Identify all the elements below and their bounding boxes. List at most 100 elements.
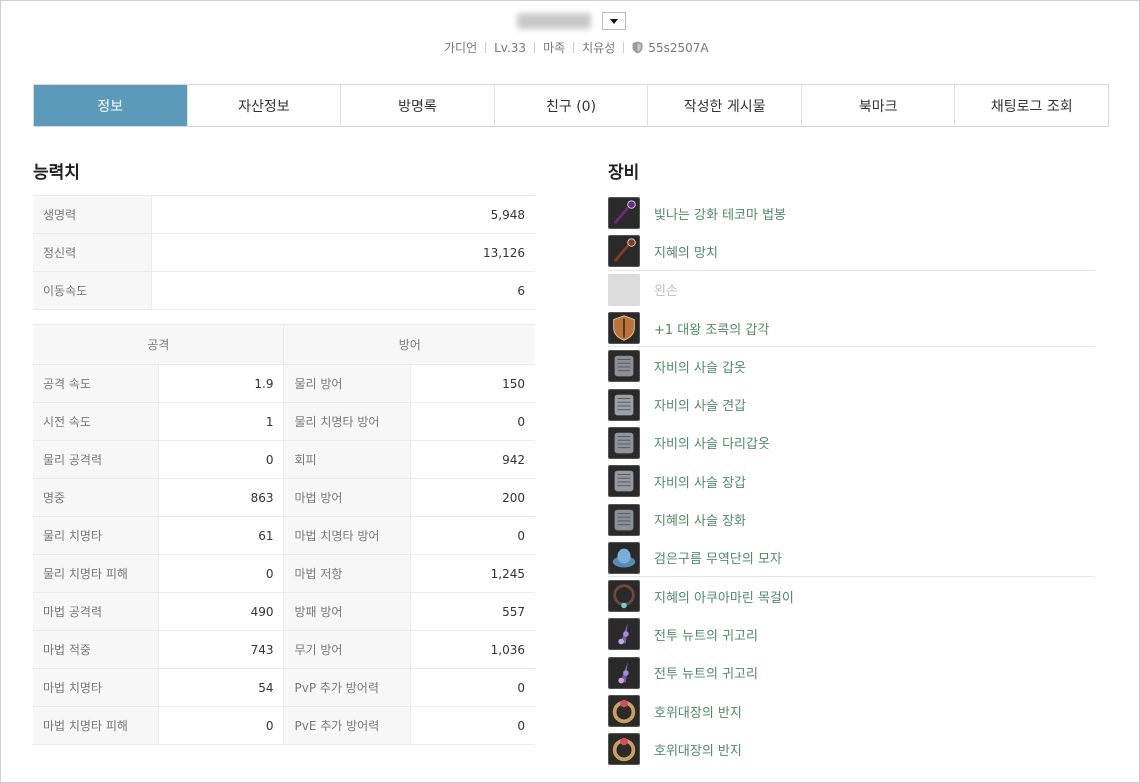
shield-item-icon[interactable] xyxy=(608,312,640,345)
ring-icon-graphic xyxy=(612,738,636,762)
defense-stat-label: 마법 치명타 방어 xyxy=(283,516,411,555)
table-row: 마법 치명타 54 PvP 추가 방어력 0 xyxy=(33,668,535,707)
tab-posts[interactable]: 작성한 게시물 xyxy=(647,85,801,126)
equipment-name[interactable]: 자비의 사슬 갑옷 xyxy=(654,357,746,376)
equipment-name[interactable]: 자비의 사슬 견갑 xyxy=(654,395,746,414)
defense-stat-value: 150 xyxy=(410,364,535,403)
meta-divider xyxy=(623,42,625,53)
defense-stat-value: 0 xyxy=(410,516,535,555)
attack-stat-label: 마법 공격력 xyxy=(33,592,160,631)
equipment-list: 빛나는 강화 테코마 법봉 지혜의 망치 왼손 +1 대왕 조콕의 갑각 자비의 사슬 … xyxy=(608,194,1095,768)
earring-icon-graphic xyxy=(618,661,629,684)
table-row: 물리 공격력 0 회피 942 xyxy=(33,440,535,479)
table-row: 정신력 13,126 xyxy=(33,233,535,272)
caret-down-icon xyxy=(610,18,618,24)
equipment-name[interactable]: 전투 뉴트의 귀고리 xyxy=(654,625,758,644)
defense-stat-value: 200 xyxy=(410,478,535,517)
chain-shoulder-icon-graphic xyxy=(614,394,634,415)
stat-value: 5,948 xyxy=(151,195,535,234)
table-header-row: 공격 방어 xyxy=(33,324,535,365)
staff-icon-graphic xyxy=(613,200,636,225)
stat-value: 6 xyxy=(151,271,535,310)
character-level: Lv.33 xyxy=(494,40,527,55)
attack-stat-label: 명중 xyxy=(33,478,160,517)
defense-stat-value: 557 xyxy=(410,592,535,631)
chain-gloves-icon[interactable] xyxy=(608,465,640,498)
staff-icon[interactable] xyxy=(608,197,640,230)
earring-icon[interactable] xyxy=(608,618,640,651)
equipment-name[interactable]: 빛나는 강화 테코마 법봉 xyxy=(654,204,786,223)
equipment-name[interactable]: 호위대장의 반지 xyxy=(654,702,742,721)
list-item[interactable]: 지혜의 아쿠아마린 목걸이 xyxy=(608,577,1095,615)
equipment-name[interactable]: 지혜의 사슬 장화 xyxy=(654,510,746,529)
necklace-icon[interactable] xyxy=(608,580,640,613)
table-row: 시전 속도 1 물리 치명타 방어 0 xyxy=(33,402,535,441)
attack-stat-value: 1 xyxy=(158,402,285,441)
attack-stat-label: 마법 치명타 피해 xyxy=(33,706,160,745)
stat-label: 정신력 xyxy=(33,233,152,272)
attack-stat-value: 54 xyxy=(158,668,285,707)
attack-stat-value: 0 xyxy=(158,554,285,593)
chain-legs-icon[interactable] xyxy=(608,426,640,459)
list-item[interactable]: +1 대왕 조콕의 갑각 xyxy=(608,309,1095,348)
table-row: 마법 공격력 490 방패 방어 557 xyxy=(33,592,535,631)
tab-assets[interactable]: 자산정보 xyxy=(186,85,341,126)
equipment-name[interactable]: 전투 뉴트의 귀고리 xyxy=(654,663,758,682)
equipment-name[interactable]: 지혜의 망치 xyxy=(654,242,718,261)
equipment-name[interactable]: 호위대장의 반지 xyxy=(654,740,742,759)
tab-info[interactable]: 정보 xyxy=(34,85,187,126)
equipment-name[interactable]: 자비의 사슬 다리갑옷 xyxy=(654,433,770,452)
meta-divider xyxy=(485,42,487,53)
chain-boots-icon-graphic xyxy=(614,509,634,530)
equipment-name[interactable]: 검은구름 무역단의 모자 xyxy=(654,548,782,567)
list-item[interactable]: 전투 뉴트의 귀고리 xyxy=(608,615,1095,653)
ring-icon-graphic xyxy=(612,699,636,724)
attack-stat-value: 743 xyxy=(158,630,285,669)
guild-name: 55s2507A xyxy=(648,40,709,55)
list-item[interactable]: 지혜의 사슬 장화 xyxy=(608,500,1095,538)
list-item[interactable]: 검은구름 무역단의 모자 xyxy=(608,539,1095,578)
equipment-name[interactable]: 자비의 사슬 장갑 xyxy=(654,472,746,491)
list-item[interactable]: 자비의 사슬 갑옷 xyxy=(608,347,1095,385)
table-row: 생명력 5,948 xyxy=(33,195,535,234)
chain-armor-icon[interactable] xyxy=(608,350,640,383)
character-select-dropdown[interactable] xyxy=(602,12,626,30)
defense-stat-label: 회피 xyxy=(283,440,411,479)
character-class: 가디언 xyxy=(444,41,478,55)
attack-stat-label: 마법 치명타 xyxy=(33,668,160,707)
stat-label: 생명력 xyxy=(33,195,152,234)
attack-header: 공격 xyxy=(33,324,284,365)
attack-stat-label: 물리 치명타 피해 xyxy=(33,554,160,593)
necklace-icon-graphic xyxy=(613,584,635,609)
tab-guestbook[interactable]: 방명록 xyxy=(340,85,494,126)
list-item[interactable]: 자비의 사슬 견갑 xyxy=(608,385,1095,423)
chain-shoulder-icon[interactable] xyxy=(608,388,640,421)
equipment-section-title: 장비 xyxy=(608,163,640,183)
defense-stat-value: 0 xyxy=(410,668,535,707)
list-item[interactable]: 지혜의 망치 xyxy=(608,232,1095,271)
equipment-name[interactable]: +1 대왕 조콕의 갑각 xyxy=(654,319,769,338)
attack-stat-value: 0 xyxy=(158,440,285,479)
list-item[interactable]: 자비의 사슬 장갑 xyxy=(608,462,1095,500)
hat-icon[interactable] xyxy=(608,541,640,574)
ring-icon[interactable] xyxy=(608,695,640,727)
stats-section-title: 능력치 xyxy=(33,163,80,183)
equipment-name[interactable]: 지혜의 아쿠아마린 목걸이 xyxy=(654,587,794,606)
list-item[interactable]: 전투 뉴트의 귀고리 xyxy=(608,654,1095,692)
list-item[interactable]: 호위대장의 반지 xyxy=(608,730,1095,768)
tab-chat-log[interactable]: 채팅로그 조회 xyxy=(954,85,1108,126)
chain-boots-icon[interactable] xyxy=(608,503,640,536)
list-item[interactable]: 자비의 사슬 다리갑옷 xyxy=(608,424,1095,462)
mace-icon[interactable] xyxy=(608,235,640,268)
ring-icon[interactable] xyxy=(608,733,640,766)
chain-armor-icon-graphic xyxy=(614,356,634,377)
list-item[interactable]: 호위대장의 반지 xyxy=(608,692,1095,730)
tab-bookmarks[interactable]: 북마크 xyxy=(800,85,955,126)
tab-friends[interactable]: 친구 (0) xyxy=(493,85,648,126)
attack-stat-value: 1.9 xyxy=(158,364,285,403)
list-item[interactable]: 빛나는 강화 테코마 법봉 xyxy=(608,194,1095,232)
empty-slot-icon xyxy=(608,273,640,306)
attack-stat-label: 물리 공격력 xyxy=(33,440,160,479)
earring-icon[interactable] xyxy=(608,656,640,689)
defense-stat-label: 물리 방어 xyxy=(283,364,411,403)
